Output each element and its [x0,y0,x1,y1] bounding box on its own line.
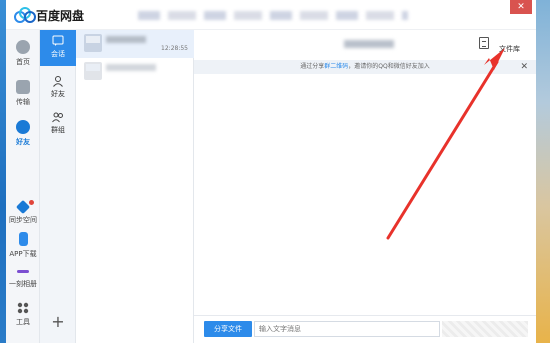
baidu-netdisk-logo-icon [14,7,36,23]
nav-item-tools[interactable]: 工具 [6,302,40,327]
notice-close-button[interactable]: ✕ [520,60,528,74]
conversation-item[interactable] [76,58,194,86]
sync-icon [15,199,31,215]
tab-conversations[interactable]: 会话 [40,30,76,66]
file-library-icon [479,37,489,49]
file-library-button[interactable]: 文件库 [479,36,520,53]
left-navigation: 首页 传输 好友 同步空间 APP下载 一刻相册 工具 [6,30,40,343]
tab-groups[interactable]: 群组 [40,106,76,142]
nav-label-sync-space: 同步空间 [9,216,37,224]
nav-item-album[interactable]: 一刻相册 [6,266,40,289]
nav-item-app-download[interactable]: APP下载 [6,232,40,259]
nav-label-home: 首页 [16,58,30,66]
blurred-tabs [138,11,408,20]
nav-label-app-download: APP下载 [9,250,37,258]
nav-item-friends[interactable]: 好友 [6,120,40,147]
tab-friends[interactable]: 好友 [40,70,76,106]
nav-item-transfer[interactable]: 传输 [6,80,40,107]
phone-icon [18,232,28,246]
notice-text-prefix: 通过分享 [300,63,325,70]
nav-label-transfer: 传输 [16,98,30,106]
file-library-label: 文件库 [499,45,520,53]
chat-title-blurred [344,40,394,48]
send-area [442,321,528,337]
album-icon [17,270,29,273]
title-bar: 百度网盘 ✕ [6,0,536,30]
share-file-button[interactable]: 分享文件 [204,321,252,337]
conversation-name-blurred [106,64,156,71]
friends-icon [16,120,30,134]
add-button[interactable]: + [40,312,76,331]
cloud-icon [16,40,30,54]
notice-text-suffix: ，邀请你的QQ和微信好友加入 [348,63,430,70]
group-icon [52,112,63,123]
tab-friends-label: 好友 [51,90,65,98]
tab-groups-label: 群组 [51,126,65,134]
nav-label-friends: 好友 [16,138,30,146]
nav-item-sync-space[interactable]: 同步空间 [6,199,40,225]
chat-pane: 文件库 通过分享群二维码，邀请你的QQ和微信好友加入 ✕ 分享文件 [194,30,536,343]
conversation-time: 12:28:55 [161,45,188,52]
chat-icon [52,35,64,46]
nav-item-home[interactable]: 首页 [6,40,40,67]
conversation-name-blurred [106,36,146,43]
friends-subnav: 会话 好友 群组 + [40,30,76,343]
group-qrcode-link[interactable]: 群二维码 [324,63,348,70]
nav-label-tools: 工具 [16,318,30,326]
app-window: 百度网盘 ✕ 首页 传输 好友 同步空间 APP下载 一刻相册 工具 会话 好友… [6,0,536,343]
app-title: 百度网盘 [36,9,85,23]
conversation-list: 12:28:55 [76,30,194,343]
person-icon [53,76,63,87]
nav-label-album: 一刻相册 [9,280,37,288]
transfer-icon [16,80,30,94]
grid-icon [17,302,29,314]
message-input-bar: 分享文件 [194,315,536,343]
group-avatar [84,34,102,52]
message-input[interactable] [254,321,440,337]
window-close-button[interactable]: ✕ [510,0,532,14]
group-avatar [84,62,102,80]
tab-conversations-label: 会话 [51,50,65,58]
conversation-item[interactable]: 12:28:55 [76,30,194,58]
desktop-background-right [536,0,550,343]
notification-dot [29,200,34,205]
invite-notice-bar: 通过分享群二维码，邀请你的QQ和微信好友加入 ✕ [194,60,536,74]
